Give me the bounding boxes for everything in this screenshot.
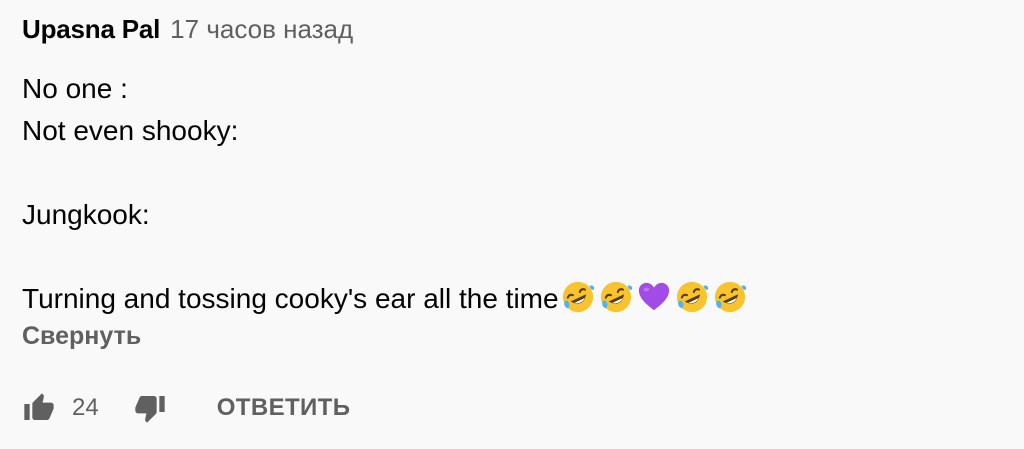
- rolling-on-floor-laughing-emoji: [714, 281, 746, 313]
- emoji-group: [561, 280, 747, 314]
- thumbs-down-icon: [135, 396, 165, 423]
- rolling-on-floor-laughing-emoji: [600, 281, 632, 313]
- comment-line: No one :: [22, 73, 128, 104]
- comment-line-last: Turning and tossing cooky's ear all the …: [22, 278, 1002, 320]
- comment-line: Not even shooky:: [22, 115, 239, 146]
- comment-line-text: Turning and tossing cooky's ear all the …: [22, 283, 559, 314]
- comment-text: No one : Not even shooky: Jungkook: Turn…: [22, 68, 1002, 320]
- collapse-button[interactable]: Свернуть: [22, 322, 141, 351]
- rolling-on-floor-laughing-emoji: [562, 281, 594, 313]
- rolling-on-floor-laughing-emoji: [676, 281, 708, 313]
- comment-timestamp[interactable]: 17 часов назад: [170, 14, 353, 45]
- purple-heart-emoji: [638, 282, 669, 311]
- reply-button[interactable]: ОТВЕТИТЬ: [217, 394, 351, 422]
- author-name[interactable]: Upasna Pal: [22, 14, 160, 45]
- like-count: 24: [72, 394, 99, 421]
- thumbs-up-icon: [24, 393, 54, 420]
- like-button[interactable]: [22, 391, 56, 425]
- comment-line: Jungkook:: [22, 199, 150, 230]
- comment-header: Upasna Pal 17 часов назад: [22, 14, 1002, 54]
- comment: Upasna Pal 17 часов назад No one : Not e…: [22, 14, 1002, 351]
- comment-actions: 24 ОТВЕТИТЬ: [22, 388, 350, 428]
- comment-line: [22, 236, 1002, 278]
- comment-line: [22, 152, 1002, 194]
- dislike-button[interactable]: [133, 391, 167, 425]
